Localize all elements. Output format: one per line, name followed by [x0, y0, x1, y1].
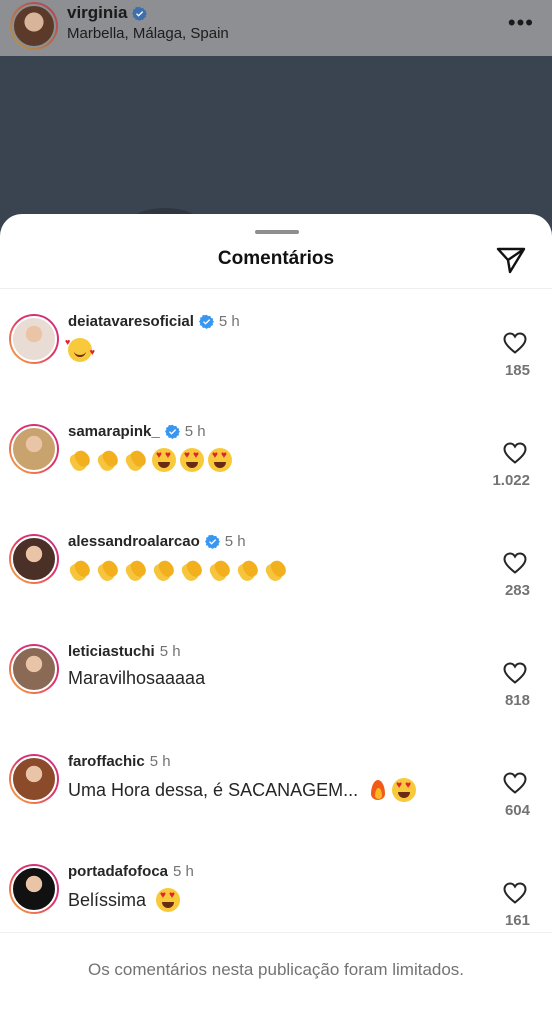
comment-timestamp: 5 h: [218, 313, 240, 330]
like-count[interactable]: 604: [505, 802, 530, 819]
clapping-hands-emoji: [96, 558, 120, 582]
avatar[interactable]: [9, 424, 59, 474]
comment-body: [68, 558, 288, 582]
verified-badge-icon: [132, 6, 148, 21]
comment-header: deiatavaresoficial 5 h: [68, 313, 240, 330]
heart-eyes-emoji: [180, 448, 204, 472]
verified-badge-icon: [164, 424, 180, 439]
like-count[interactable]: 818: [505, 692, 530, 709]
clapping-hands-emoji: [124, 558, 148, 582]
comment-row: leticiastuchi 5 h Maravilhosaaaaa 818: [0, 624, 552, 734]
comment-username[interactable]: alessandroalarcao: [68, 533, 200, 550]
comments-limited-notice: Os comentários nesta publicação foram li…: [87, 960, 465, 979]
comment-header: portadafofoca 5 h: [68, 863, 194, 880]
heart-eyes-emoji: [156, 888, 181, 912]
comment-header: samarapink_ 5 h: [68, 423, 206, 440]
sheet-title: Comentários: [217, 248, 335, 269]
comment-username[interactable]: portadafofoca: [68, 863, 168, 880]
send-icon[interactable]: [496, 246, 526, 274]
post-header: virginia Marbella, Málaga, Spain •••: [0, 0, 552, 56]
post-author-username[interactable]: virginia: [67, 3, 148, 23]
like-heart-icon[interactable]: [503, 882, 527, 904]
comment-row: deiatavaresoficial 5 h ♥ ♥ 185: [0, 294, 552, 404]
heart-eyes-emoji: [208, 448, 232, 472]
avatar[interactable]: [9, 754, 59, 804]
comment-body: Maravilhosaaaaa: [68, 668, 211, 689]
heart-eyes-emoji: [392, 778, 417, 802]
clapping-hands-emoji: [96, 448, 120, 472]
comment-username[interactable]: faroffachic: [68, 753, 145, 770]
like-count[interactable]: 1.022: [492, 472, 530, 489]
comment-row: portadafofoca 5 h Belíssima 161: [0, 844, 552, 954]
heart-eyes-emoji: [152, 448, 176, 472]
like-count[interactable]: 161: [505, 912, 530, 929]
comment-username[interactable]: samarapink_: [68, 423, 160, 440]
clapping-hands-emoji: [264, 558, 288, 582]
like-count[interactable]: 185: [505, 362, 530, 379]
avatar[interactable]: [9, 534, 59, 584]
comment-timestamp: 5 h: [159, 643, 181, 660]
avatar[interactable]: [9, 864, 59, 914]
like-heart-icon[interactable]: [503, 442, 527, 464]
comment-row: faroffachic 5 h Uma Hora dessa, é SACANAGE…: [0, 734, 552, 844]
comment-header: faroffachic 5 h: [68, 753, 171, 770]
clapping-hands-emoji: [236, 558, 260, 582]
sheet-grabber[interactable]: [255, 230, 299, 234]
comment-body: Uma Hora dessa, é SACANAGEM...: [68, 778, 417, 802]
comment-body: ♥ ♥: [65, 338, 95, 362]
comment-header: alessandroalarcao 5 h: [68, 533, 246, 550]
comment-body: Belíssima: [68, 888, 181, 912]
like-heart-icon[interactable]: [503, 662, 527, 684]
comment-body: [68, 448, 232, 472]
divider: [0, 288, 552, 289]
comment-timestamp: 5 h: [173, 863, 194, 880]
clapping-hands-emoji: [68, 558, 92, 582]
avatar[interactable]: [9, 314, 59, 364]
comment-header: leticiastuchi 5 h: [68, 643, 181, 660]
comment-timestamp: 5 h: [149, 753, 171, 770]
comment-username[interactable]: leticiastuchi: [68, 643, 155, 660]
clapping-hands-emoji: [208, 558, 232, 582]
like-heart-icon[interactable]: [503, 332, 527, 354]
comment-row: samarapink_ 5 h 1.022: [0, 404, 552, 514]
comment-text: Maravilhosaaaaa: [68, 668, 206, 688]
avatar[interactable]: [9, 644, 59, 694]
post-location[interactable]: Marbella, Málaga, Spain: [67, 25, 229, 42]
clapping-hands-emoji: [124, 448, 148, 472]
comment-timestamp: 5 h: [224, 533, 246, 550]
clapping-hands-emoji: [152, 558, 176, 582]
smiling-face-with-hearts-emoji: ♥ ♥: [65, 338, 95, 362]
post-author-avatar[interactable]: [10, 2, 58, 50]
comment-text: Belíssima: [68, 889, 147, 910]
verified-badge-icon: [198, 314, 214, 329]
verified-badge-icon: [204, 534, 220, 549]
like-heart-icon[interactable]: [503, 772, 527, 794]
clapping-hands-emoji: [68, 448, 92, 472]
comment-timestamp: 5 h: [184, 423, 206, 440]
clapping-hands-emoji: [180, 558, 204, 582]
like-count[interactable]: 283: [505, 582, 530, 599]
fire-emoji: [368, 778, 388, 802]
divider: [0, 932, 552, 933]
comment-text: Uma Hora dessa, é SACANAGEM...: [68, 779, 359, 800]
comments-sheet: Comentários deiatavaresoficial 5 h ♥ ♥ 185 sa…: [0, 214, 552, 1024]
comment-username[interactable]: deiatavaresoficial: [68, 313, 194, 330]
comment-row: alessandroalarcao 5 h 283: [0, 514, 552, 624]
like-heart-icon[interactable]: [503, 552, 527, 574]
more-horizontal-icon[interactable]: •••: [508, 10, 534, 36]
